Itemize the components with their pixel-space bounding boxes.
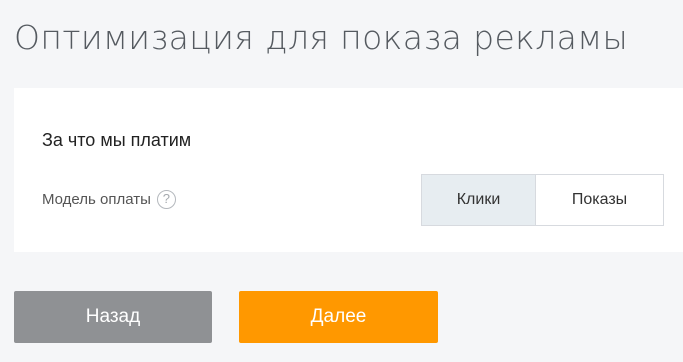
back-button[interactable]: Назад — [14, 291, 212, 343]
page-title: Оптимизация для показа рекламы — [14, 18, 629, 57]
payment-model-toggle: Клики Показы — [421, 174, 664, 226]
help-icon[interactable]: ? — [156, 190, 176, 209]
payment-model-field: Модель оплаты ? — [42, 190, 176, 209]
payment-model-label: Модель оплаты — [42, 191, 151, 208]
next-button[interactable]: Далее — [239, 291, 438, 343]
payment-settings-card: За что мы платим Модель оплаты ? Клики П… — [14, 88, 683, 252]
option-clicks[interactable]: Клики — [422, 175, 536, 225]
option-impressions[interactable]: Показы — [536, 175, 663, 225]
section-title: За что мы платим — [42, 130, 192, 150]
